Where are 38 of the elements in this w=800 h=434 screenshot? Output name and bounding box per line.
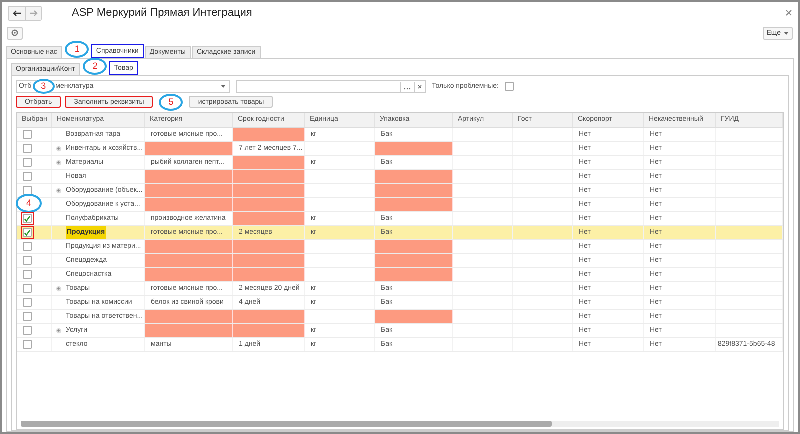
callout-badge: 1 — [65, 41, 90, 58]
dropdown-icon[interactable] — [221, 85, 226, 88]
callout-badge: 4 — [16, 194, 42, 213]
checkbox[interactable] — [21, 240, 34, 253]
horizontal-scrollbar[interactable] — [21, 421, 779, 427]
checkbox[interactable] — [21, 282, 34, 295]
value-field[interactable] — [236, 80, 426, 93]
checkbox[interactable] — [21, 338, 34, 351]
expand-icon[interactable] — [56, 328, 62, 334]
settings-icon — [11, 29, 19, 37]
checkbox[interactable] — [21, 142, 34, 155]
settings-button[interactable] — [7, 26, 23, 40]
caret-icon — [784, 32, 789, 34]
expand-icon[interactable] — [56, 146, 62, 152]
callout-badge: 2 — [83, 58, 108, 75]
checkbox[interactable] — [21, 324, 34, 337]
checkbox[interactable] — [21, 226, 34, 239]
checkbox[interactable] — [21, 156, 34, 169]
close-icon[interactable] — [786, 10, 792, 16]
checkbox[interactable] — [21, 310, 34, 323]
right-arrow-icon — [29, 10, 38, 16]
back-button[interactable] — [9, 6, 25, 20]
checkbox[interactable] — [504, 82, 514, 91]
checkbox[interactable] — [21, 268, 34, 281]
expand-icon[interactable] — [56, 286, 62, 292]
expand-icon[interactable] — [56, 188, 62, 194]
callout-badge: 5 — [159, 94, 184, 110]
callout-badge: 3 — [32, 79, 55, 94]
checkbox[interactable] — [21, 170, 34, 183]
clear-icon[interactable] — [414, 82, 425, 92]
expand-icon[interactable] — [56, 160, 62, 166]
checkbox[interactable] — [21, 212, 34, 225]
left-arrow-icon — [12, 10, 22, 16]
checkbox[interactable] — [21, 254, 34, 267]
checkbox[interactable] — [21, 128, 34, 141]
checkbox[interactable] — [21, 296, 34, 309]
window-title: ASP Меркурий Прямая Интеграция — [72, 7, 252, 19]
checkbox[interactable] — [21, 184, 34, 197]
